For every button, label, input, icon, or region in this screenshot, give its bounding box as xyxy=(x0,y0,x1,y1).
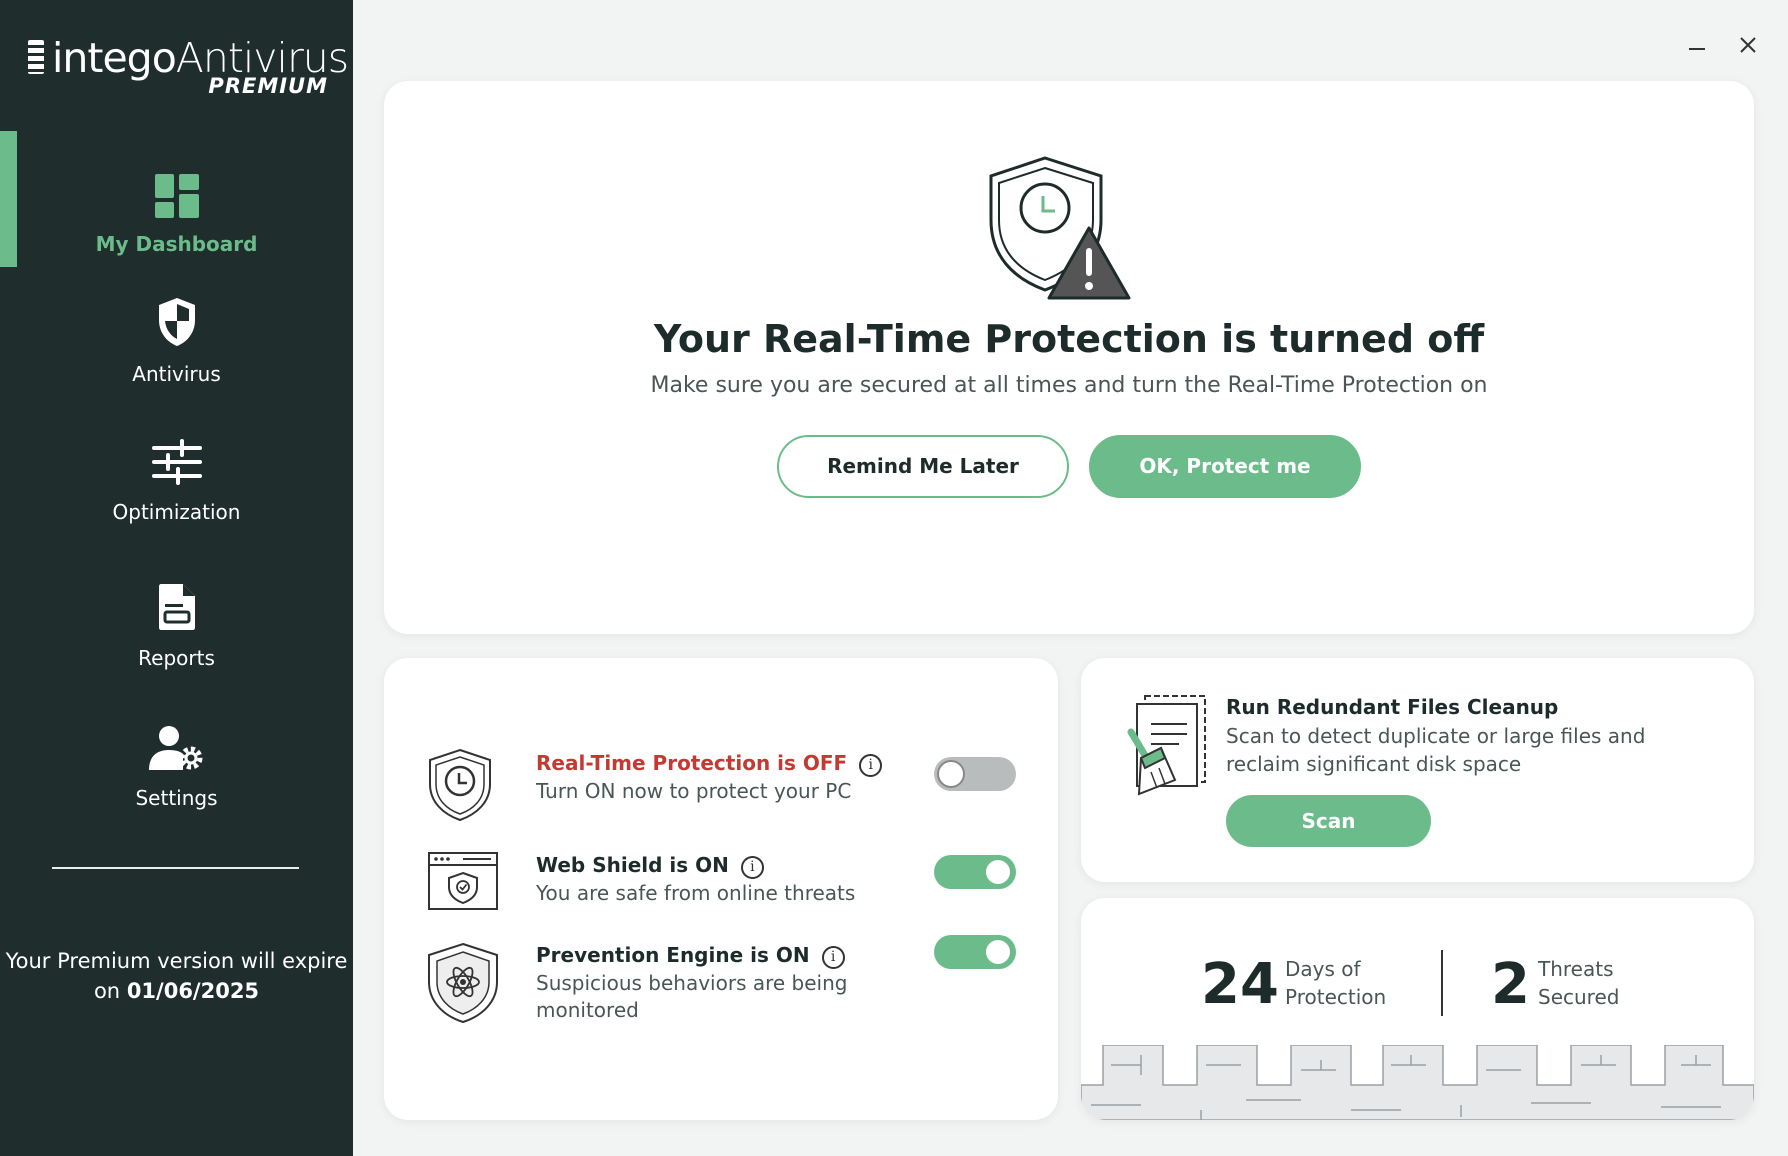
sidebar-item-antivirus[interactable]: Antivirus xyxy=(0,296,353,386)
info-icon[interactable]: i xyxy=(859,754,883,777)
stats-divider xyxy=(1441,950,1443,1016)
threats-count: 2 xyxy=(1491,952,1530,1017)
days-label-line1: Days of xyxy=(1285,957,1361,981)
sidebar-item-label: My Dashboard xyxy=(95,232,258,256)
remind-later-button[interactable]: Remind Me Later xyxy=(777,435,1069,498)
sidebar-item-optimization[interactable]: Optimization xyxy=(0,438,353,524)
sidebar-item-label: Antivirus xyxy=(132,362,221,386)
sidebar: integoAntivirus PREMIUM My Dashboard Ant… xyxy=(0,0,353,1156)
user-gear-icon xyxy=(148,726,202,770)
realtime-protection-desc: Turn ON now to protect your PC xyxy=(536,779,852,803)
web-shield-desc: You are safe from online threats xyxy=(536,881,856,905)
threats-label-line1: Threats xyxy=(1538,957,1614,981)
stats-card: 24 Days of Protection 2 Threats Secured xyxy=(1081,898,1754,1120)
threats-label: Threats Secured xyxy=(1538,955,1619,1011)
shield-icon xyxy=(158,298,195,346)
web-shield-title: Web Shield is ON i xyxy=(536,853,764,879)
scan-button[interactable]: Scan xyxy=(1226,795,1431,847)
sidebar-item-settings[interactable]: Settings xyxy=(0,724,353,810)
cleanup-card: Run Redundant Files Cleanup Scan to dete… xyxy=(1081,658,1754,882)
castle-wall-decoration xyxy=(1081,1045,1754,1120)
days-count: 24 xyxy=(1201,952,1279,1017)
edition-label: PREMIUM xyxy=(208,74,328,98)
browser-shield-icon xyxy=(428,852,498,910)
sidebar-item-dashboard[interactable]: My Dashboard xyxy=(0,174,353,256)
shield-atom-icon xyxy=(428,942,498,1024)
toggle-knob xyxy=(986,860,1010,884)
toggle-knob xyxy=(937,760,965,788)
prevention-engine-title: Prevention Engine is ON i xyxy=(536,943,845,969)
info-icon[interactable]: i xyxy=(821,946,845,969)
realtime-protection-toggle[interactable] xyxy=(934,757,1016,791)
realtime-protection-title-text: Real-Time Protection is OFF xyxy=(536,751,848,775)
realtime-protection-title: Real-Time Protection is OFF i xyxy=(536,751,883,777)
sidebar-item-label: Settings xyxy=(135,786,218,810)
shield-clock-icon xyxy=(429,748,491,822)
brand-name: intego xyxy=(52,34,177,82)
protection-alert-card: Your Real-Time Protection is turned off … xyxy=(384,81,1754,634)
dashboard-icon xyxy=(154,174,199,218)
web-shield-title-text: Web Shield is ON xyxy=(536,853,729,877)
alert-title: Your Real-Time Protection is turned off xyxy=(653,317,1485,361)
web-shield-toggle[interactable] xyxy=(934,855,1016,889)
toggle-knob xyxy=(986,940,1010,964)
prevention-engine-toggle[interactable] xyxy=(934,935,1016,969)
close-icon[interactable] xyxy=(1731,28,1765,62)
protect-me-button[interactable]: OK, Protect me xyxy=(1089,435,1361,498)
protection-status-card: Real-Time Protection is OFF i Turn ON now… xyxy=(384,658,1058,1120)
shield-warning-icon xyxy=(989,156,1131,300)
prevention-engine-desc: Suspicious behaviors are being monitored xyxy=(536,971,848,1022)
minimize-icon[interactable] xyxy=(1680,28,1714,62)
alert-subtitle: Make sure you are secured at all times a… xyxy=(650,373,1488,398)
info-icon[interactable]: i xyxy=(740,856,764,879)
sidebar-item-label: Reports xyxy=(138,646,215,670)
days-label: Days of Protection xyxy=(1285,955,1386,1011)
cleanup-desc: Scan to detect duplicate or large files … xyxy=(1226,724,1646,776)
prevention-engine-title-text: Prevention Engine is ON xyxy=(536,943,810,967)
sidebar-item-label: Optimization xyxy=(112,500,241,524)
days-label-line2: Protection xyxy=(1285,985,1387,1009)
app-logo: integoAntivirus PREMIUM xyxy=(28,34,349,104)
expire-date: 01/06/2025 xyxy=(126,979,260,1003)
sidebar-item-reports[interactable]: Reports xyxy=(0,582,353,670)
threats-label-line2: Secured xyxy=(1538,985,1620,1009)
sliders-icon xyxy=(151,439,202,485)
broom-document-icon xyxy=(1127,695,1206,796)
tower-icon xyxy=(28,40,44,74)
sidebar-divider xyxy=(52,867,299,869)
cleanup-title: Run Redundant Files Cleanup xyxy=(1226,695,1559,719)
expire-notice: Your Premium version will expire on 01/0… xyxy=(0,946,353,1006)
report-icon xyxy=(158,584,195,630)
